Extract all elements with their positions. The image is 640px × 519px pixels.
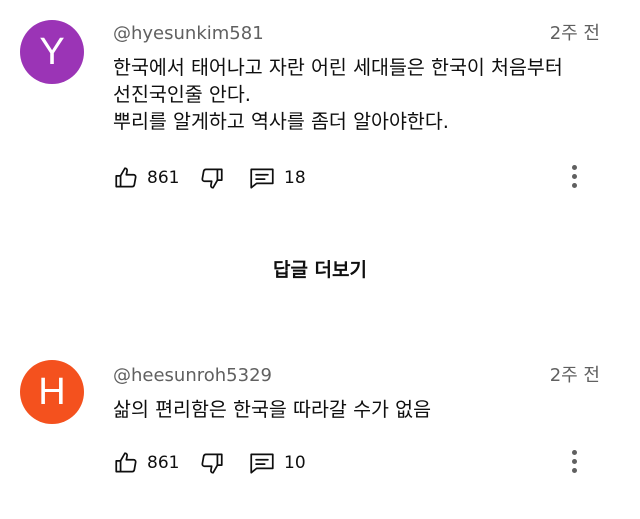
reply-count: 18 xyxy=(284,168,306,188)
show-more-replies-button[interactable]: 답글 더보기 xyxy=(0,258,640,282)
more-options-button[interactable] xyxy=(571,450,577,478)
like-count: 861 xyxy=(147,453,180,473)
more-vertical-icon-dot xyxy=(571,174,577,179)
thumbs-up-icon xyxy=(115,452,137,473)
like-button[interactable]: 861 xyxy=(113,449,179,477)
comment-text-line: 선진국인줄 안다. xyxy=(113,83,251,106)
reply-button[interactable]: 10 xyxy=(248,449,306,477)
comment-timestamp[interactable]: 2주 전 xyxy=(550,23,600,45)
more-vertical-icon-dot xyxy=(571,459,577,464)
more-vertical-icon xyxy=(571,450,577,455)
dislike-button[interactable] xyxy=(199,164,225,192)
dislike-button[interactable] xyxy=(199,449,225,477)
reply-button[interactable]: 18 xyxy=(248,164,306,192)
comment-timestamp[interactable]: 2주 전 xyxy=(550,365,600,387)
comment-text-line: 한국에서 태어나고 자란 어린 세대들은 한국이 처음부터 xyxy=(113,56,563,79)
more-vertical-icon xyxy=(571,165,577,170)
reply-count: 10 xyxy=(284,453,306,473)
more-vertical-icon-dot xyxy=(571,183,577,188)
comment-text: 삶의 편리함은 한국을 따라갈 수가 없음 xyxy=(113,396,431,423)
like-count: 861 xyxy=(147,168,180,188)
thumbs-down-icon xyxy=(201,453,223,474)
comment-author-handle[interactable]: @hyesunkim581 xyxy=(113,23,264,45)
avatar[interactable]: Y xyxy=(20,20,84,84)
comment-text-line: 삶의 편리함은 한국을 따라갈 수가 없음 xyxy=(113,398,432,421)
comment-actions: 861 18 xyxy=(113,164,613,192)
comment-actions: 861 10 xyxy=(113,449,613,477)
thumbs-down-icon xyxy=(201,168,223,189)
more-vertical-icon-dot xyxy=(571,468,577,473)
comment-text-line: 뿌리를 알게하고 역사를 좀더 알아야한다. xyxy=(113,110,449,133)
avatar[interactable]: H xyxy=(20,360,84,424)
comment-author-handle[interactable]: @heesunroh5329 xyxy=(113,365,272,387)
comment-text: 한국에서 태어나고 자란 어린 세대들은 한국이 처음부터 선진국인줄 안다. … xyxy=(113,54,563,135)
like-button[interactable]: 861 xyxy=(113,164,179,192)
more-options-button[interactable] xyxy=(571,165,577,193)
comment-icon xyxy=(250,168,274,189)
thumbs-up-icon xyxy=(115,167,137,188)
comment-icon xyxy=(250,453,274,474)
